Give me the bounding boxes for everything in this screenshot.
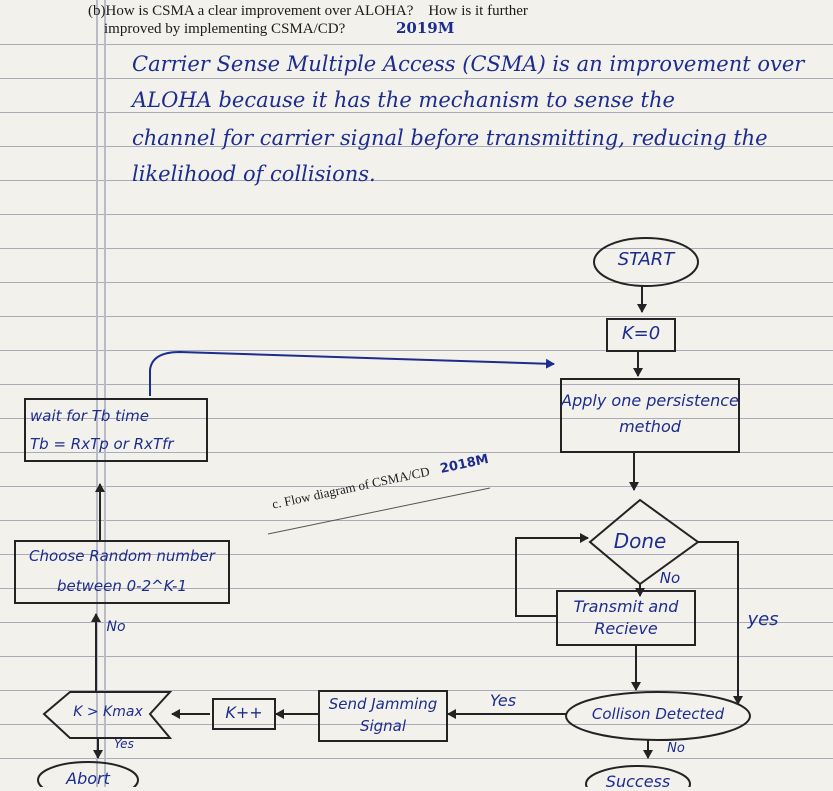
jamming-label-1: Send Jamming	[328, 695, 438, 713]
random-label-1: Choose Random number	[29, 547, 215, 565]
wait-label-2: Tb = RxTp or RxTfr	[30, 435, 174, 453]
transmit-label-1: Transmit and	[573, 597, 679, 616]
abort-label: Abort	[66, 769, 110, 788]
success-label: Success	[605, 772, 671, 791]
random-no-label: No	[106, 619, 126, 635]
transmit-label-2: Recieve	[594, 619, 658, 638]
k-init-label: K=0	[621, 323, 661, 344]
collision-yes-label: Yes	[489, 691, 517, 710]
persistence-box	[560, 378, 740, 453]
yes-right-label: yes	[747, 609, 779, 630]
persistence-label-1: Apply one persistence	[561, 391, 739, 410]
done-label: Done	[613, 529, 667, 553]
persistence-label-2: method	[619, 417, 681, 436]
k-inc-label: K++	[225, 703, 263, 722]
jamming-label-2: Signal	[359, 717, 407, 735]
random-label-2: between 0-2^K-1	[57, 577, 187, 595]
collision-label: Collison Detected	[591, 705, 725, 723]
start-label: START	[617, 249, 675, 270]
kmax-yes-label: Yes	[114, 737, 134, 751]
done-no-label: No	[659, 569, 681, 587]
wait-label-1: wait for Tb time	[30, 407, 150, 425]
collision-no-label: No	[667, 741, 685, 756]
kmax-label: K > Kmax	[73, 704, 143, 720]
